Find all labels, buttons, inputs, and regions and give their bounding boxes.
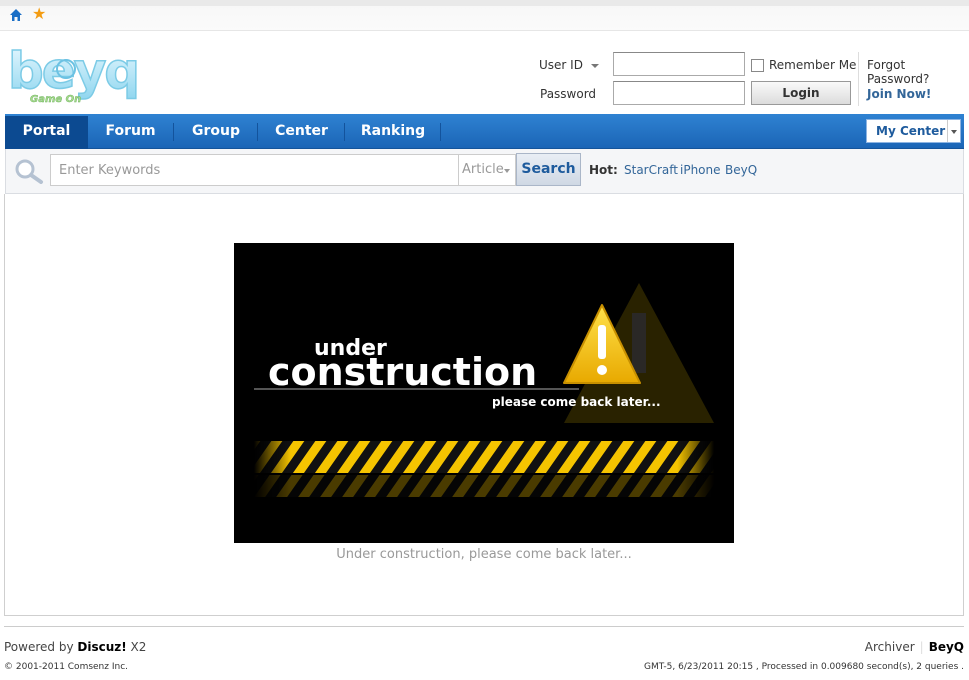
forgot-password-link[interactable]: Forgot Password?	[867, 58, 969, 86]
chevron-down-icon	[590, 63, 599, 68]
search-input[interactable]	[50, 154, 458, 186]
server-info: GMT-5, 6/23/2011 20:15 , Processed in 0.…	[644, 662, 964, 672]
password-label: Password	[540, 87, 597, 101]
nav-forum[interactable]: Forum	[88, 116, 173, 149]
star-icon[interactable]: ★	[32, 6, 46, 22]
discuz-link[interactable]: Discuz!	[77, 640, 126, 654]
banner-caption: Under construction, please come back lat…	[336, 547, 632, 562]
my-center-label: My Center	[876, 124, 946, 138]
search-type-label: Article	[462, 162, 504, 177]
logo-text: beyq	[8, 44, 138, 100]
under-construction-banner: under construction please come back late…	[234, 243, 734, 543]
nav-portal[interactable]: Portal	[5, 116, 88, 149]
home-icon[interactable]	[9, 8, 23, 22]
site-link[interactable]: BeyQ	[929, 640, 964, 654]
chevron-down-icon	[504, 169, 510, 173]
main-nav: Portal Forum Group Center Ranking My Cen…	[5, 114, 964, 149]
archiver-link[interactable]: Archiver	[865, 640, 915, 654]
nav-ranking[interactable]: Ranking	[346, 116, 440, 149]
logo-tagline: Game On	[30, 94, 81, 105]
remember-label: Remember Me	[769, 58, 857, 72]
hot-link-iphone[interactable]: iPhone	[680, 163, 721, 177]
footer-links: Archiver | BeyQ	[864, 640, 964, 654]
password-input[interactable]	[613, 81, 745, 105]
main-content: under construction please come back late…	[4, 194, 964, 616]
top-utility-bar: ★	[0, 0, 969, 31]
login-form: User ID Remember Me Forgot Password? Pas…	[530, 52, 969, 108]
hot-label: Hot:	[589, 163, 618, 177]
nav-center[interactable]: Center	[259, 116, 344, 149]
userid-input[interactable]	[613, 52, 745, 76]
hot-link-starcraft[interactable]: StarCraft	[624, 163, 678, 177]
copyright: © 2001-2011 Comsenz Inc.	[4, 662, 129, 672]
powered-by: Powered by Discuz! X2	[4, 640, 147, 654]
nav-divider	[173, 123, 174, 141]
remember-checkbox[interactable]	[751, 59, 764, 72]
banner-line-construction: construction	[268, 350, 537, 394]
join-now-link[interactable]: Join Now!	[867, 87, 931, 101]
nav-group[interactable]: Group	[175, 116, 257, 149]
nav-divider	[440, 123, 441, 141]
site-logo[interactable]: beyq Game On	[6, 44, 148, 108]
search-type-select[interactable]: Article	[458, 154, 516, 186]
login-divider	[858, 52, 859, 106]
search-icon	[15, 159, 43, 184]
hot-link-beyq[interactable]: BeyQ	[725, 163, 757, 177]
nav-divider	[257, 123, 258, 141]
banner-line-later: please come back later...	[492, 395, 661, 409]
footer-divider	[4, 626, 964, 627]
userid-label[interactable]: User ID	[539, 58, 599, 72]
login-button[interactable]: Login	[751, 81, 851, 105]
search-button[interactable]: Search	[516, 153, 581, 186]
nav-divider	[344, 123, 345, 141]
chevron-down-icon[interactable]	[947, 120, 960, 142]
my-center-button[interactable]: My Center	[866, 119, 961, 143]
search-bar: Article Search Hot: StarCraft iPhone Bey…	[5, 149, 964, 194]
